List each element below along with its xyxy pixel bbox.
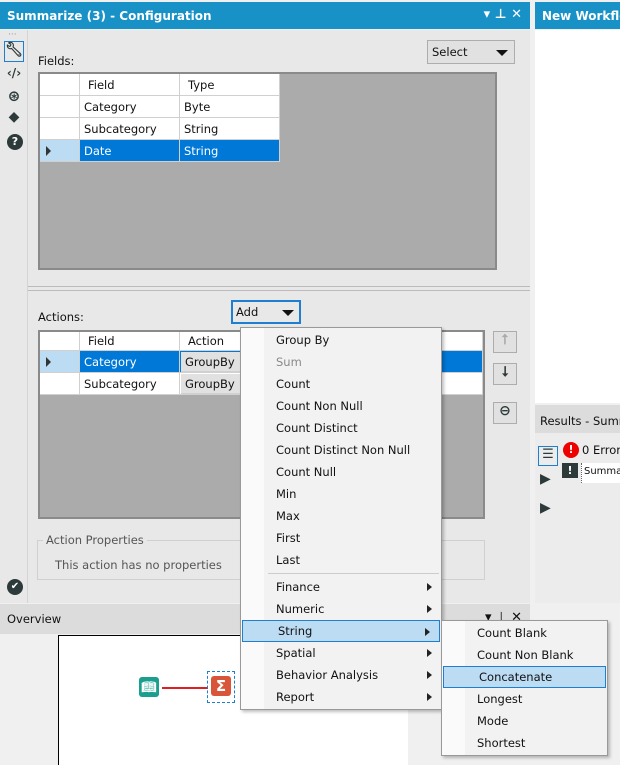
menu-item-group-by[interactable]: Group By bbox=[241, 329, 441, 351]
table-cell-field[interactable]: Category bbox=[80, 351, 180, 373]
move-down-button[interactable]: ⭣ bbox=[493, 363, 517, 385]
table-cell-action[interactable]: GroupBy bbox=[181, 352, 241, 372]
string-submenu: Count Blank Count Non Blank Concatenate … bbox=[441, 620, 608, 756]
grip-icon: ··· bbox=[8, 30, 17, 40]
menu-item-numeric[interactable]: Numeric bbox=[241, 598, 441, 620]
overview-title: Overview bbox=[7, 612, 62, 626]
connection-line bbox=[162, 687, 208, 689]
input-tool-icon[interactable]: 📖︎ bbox=[139, 677, 159, 697]
menu-item-min[interactable]: Min bbox=[241, 483, 441, 505]
menu-item-sum: Sum bbox=[276, 355, 302, 369]
column-header-field[interactable]: Field bbox=[80, 332, 180, 351]
row-selector[interactable] bbox=[40, 351, 80, 373]
select-dropdown[interactable]: Select bbox=[427, 40, 515, 64]
table-cell-field[interactable]: Subcategory bbox=[80, 373, 180, 395]
table-cell-type[interactable]: String bbox=[180, 118, 280, 140]
table-cell-field[interactable]: Subcategory bbox=[80, 118, 180, 140]
config-title: Summarize (3) - Configuration bbox=[7, 8, 212, 23]
select-label: Select bbox=[432, 45, 468, 59]
chevron-down-icon bbox=[496, 50, 508, 56]
menu-label: Spatial bbox=[276, 646, 316, 660]
submenu-arrow-icon bbox=[427, 649, 432, 657]
menu-label: Numeric bbox=[276, 602, 325, 616]
compass-icon[interactable]: ⊛ bbox=[4, 87, 24, 105]
list-icon[interactable]: ☰ bbox=[538, 446, 558, 466]
menu-item-count-non-blank[interactable]: Count Non Blank bbox=[442, 644, 607, 666]
errors-count[interactable]: 0 Errors bbox=[582, 443, 620, 457]
toolbar-divider bbox=[27, 30, 28, 603]
error-icon: ! bbox=[563, 442, 579, 458]
help-icon[interactable]: ? bbox=[7, 134, 23, 150]
wrench-icon[interactable]: 🔧︎ bbox=[4, 41, 24, 62]
menu-item-mode[interactable]: Mode bbox=[442, 710, 607, 732]
menu-item-behavior-analysis[interactable]: Behavior Analysis bbox=[241, 664, 441, 686]
splitter[interactable] bbox=[28, 286, 530, 291]
submenu-arrow-icon bbox=[427, 605, 432, 613]
chevron-down-icon bbox=[282, 310, 294, 316]
add-menu: Group By Sum Count Count Non Null Count … bbox=[240, 327, 442, 710]
menu-label: String bbox=[278, 624, 313, 638]
table-cell-action[interactable]: GroupBy bbox=[181, 374, 241, 394]
flag-icon[interactable]: ▶ bbox=[540, 471, 551, 487]
column-header-field[interactable]: Field bbox=[80, 74, 180, 96]
results-title: Results - Summa bbox=[540, 414, 620, 428]
submenu-arrow-icon bbox=[427, 583, 432, 591]
panel-window-controls[interactable]: ▾ ⊥ ✕ bbox=[484, 7, 522, 22]
menu-item-count-distinct[interactable]: Count Distinct bbox=[241, 417, 441, 439]
submenu-arrow-icon bbox=[425, 628, 430, 636]
action-properties-title: Action Properties bbox=[43, 533, 147, 547]
row-pointer-icon bbox=[46, 356, 51, 367]
menu-label: Report bbox=[276, 690, 315, 704]
menu-item-count[interactable]: Count bbox=[241, 373, 441, 395]
menu-item-shortest[interactable]: Shortest bbox=[442, 732, 607, 754]
menu-item-report[interactable]: Report bbox=[241, 686, 441, 708]
menu-item-concatenate[interactable]: Concatenate bbox=[443, 666, 606, 688]
tag-icon[interactable]: ◆ bbox=[4, 109, 24, 125]
menu-item-count-distinct-non-null[interactable]: Count Distinct Non Null bbox=[241, 439, 441, 461]
menu-label: Behavior Analysis bbox=[276, 668, 379, 682]
fields-label: Fields: bbox=[38, 54, 75, 68]
action-properties-text: This action has no properties bbox=[55, 558, 222, 572]
fields-grid[interactable]: Field Type Category Byte Subcategory Str… bbox=[38, 72, 497, 270]
valid-check-icon: ✔ bbox=[7, 579, 23, 595]
results-title-bar: Results - Summa bbox=[535, 405, 620, 433]
menu-item-first[interactable]: First bbox=[241, 527, 441, 549]
code-icon[interactable]: ‹/› bbox=[4, 66, 24, 80]
menu-item-spatial[interactable]: Spatial bbox=[241, 642, 441, 664]
menu-item-count-non-null[interactable]: Count Non Null bbox=[241, 395, 441, 417]
submenu-arrow-icon bbox=[427, 671, 432, 679]
message-icon: ! bbox=[562, 463, 578, 478]
submenu-arrow-icon bbox=[427, 693, 432, 701]
column-header-type[interactable]: Type bbox=[180, 74, 280, 96]
menu-item-finance[interactable]: Finance bbox=[241, 576, 441, 598]
menu-item-max[interactable]: Max bbox=[241, 505, 441, 527]
remove-button[interactable]: ⊖ bbox=[493, 402, 517, 424]
move-up-button[interactable]: ⭡ bbox=[493, 331, 517, 353]
add-label: Add bbox=[236, 305, 259, 319]
table-cell-type[interactable]: Byte bbox=[180, 96, 280, 118]
table-cell-field[interactable]: Category bbox=[80, 96, 180, 118]
table-cell-field[interactable]: Date bbox=[80, 140, 180, 162]
menu-item-longest[interactable]: Longest bbox=[442, 688, 607, 710]
menu-item-last[interactable]: Last bbox=[241, 549, 441, 571]
config-title-bar: Summarize (3) - Configuration ▾ ⊥ ✕ bbox=[0, 2, 530, 29]
workflow-title-bar[interactable]: New Workflow3 bbox=[535, 2, 620, 29]
table-cell-type[interactable]: String bbox=[180, 140, 280, 162]
result-message[interactable]: Summa bbox=[581, 463, 620, 483]
row-selector[interactable] bbox=[40, 140, 80, 162]
menu-item-string[interactable]: String bbox=[242, 620, 440, 642]
summarize-tool-icon[interactable]: Σ bbox=[211, 676, 231, 696]
add-dropdown[interactable]: Add bbox=[231, 300, 301, 324]
menu-item-count-blank[interactable]: Count Blank bbox=[442, 622, 607, 644]
actions-label: Actions: bbox=[38, 310, 84, 324]
menu-item-count-null[interactable]: Count Null bbox=[241, 461, 441, 483]
tag-icon[interactable]: ▶ bbox=[540, 500, 551, 516]
row-pointer-icon bbox=[46, 145, 51, 156]
menu-separator bbox=[268, 573, 439, 574]
workflow-title: New Workflow3 bbox=[542, 8, 620, 23]
workflow-canvas[interactable] bbox=[535, 30, 620, 403]
menu-label: Finance bbox=[276, 580, 320, 594]
